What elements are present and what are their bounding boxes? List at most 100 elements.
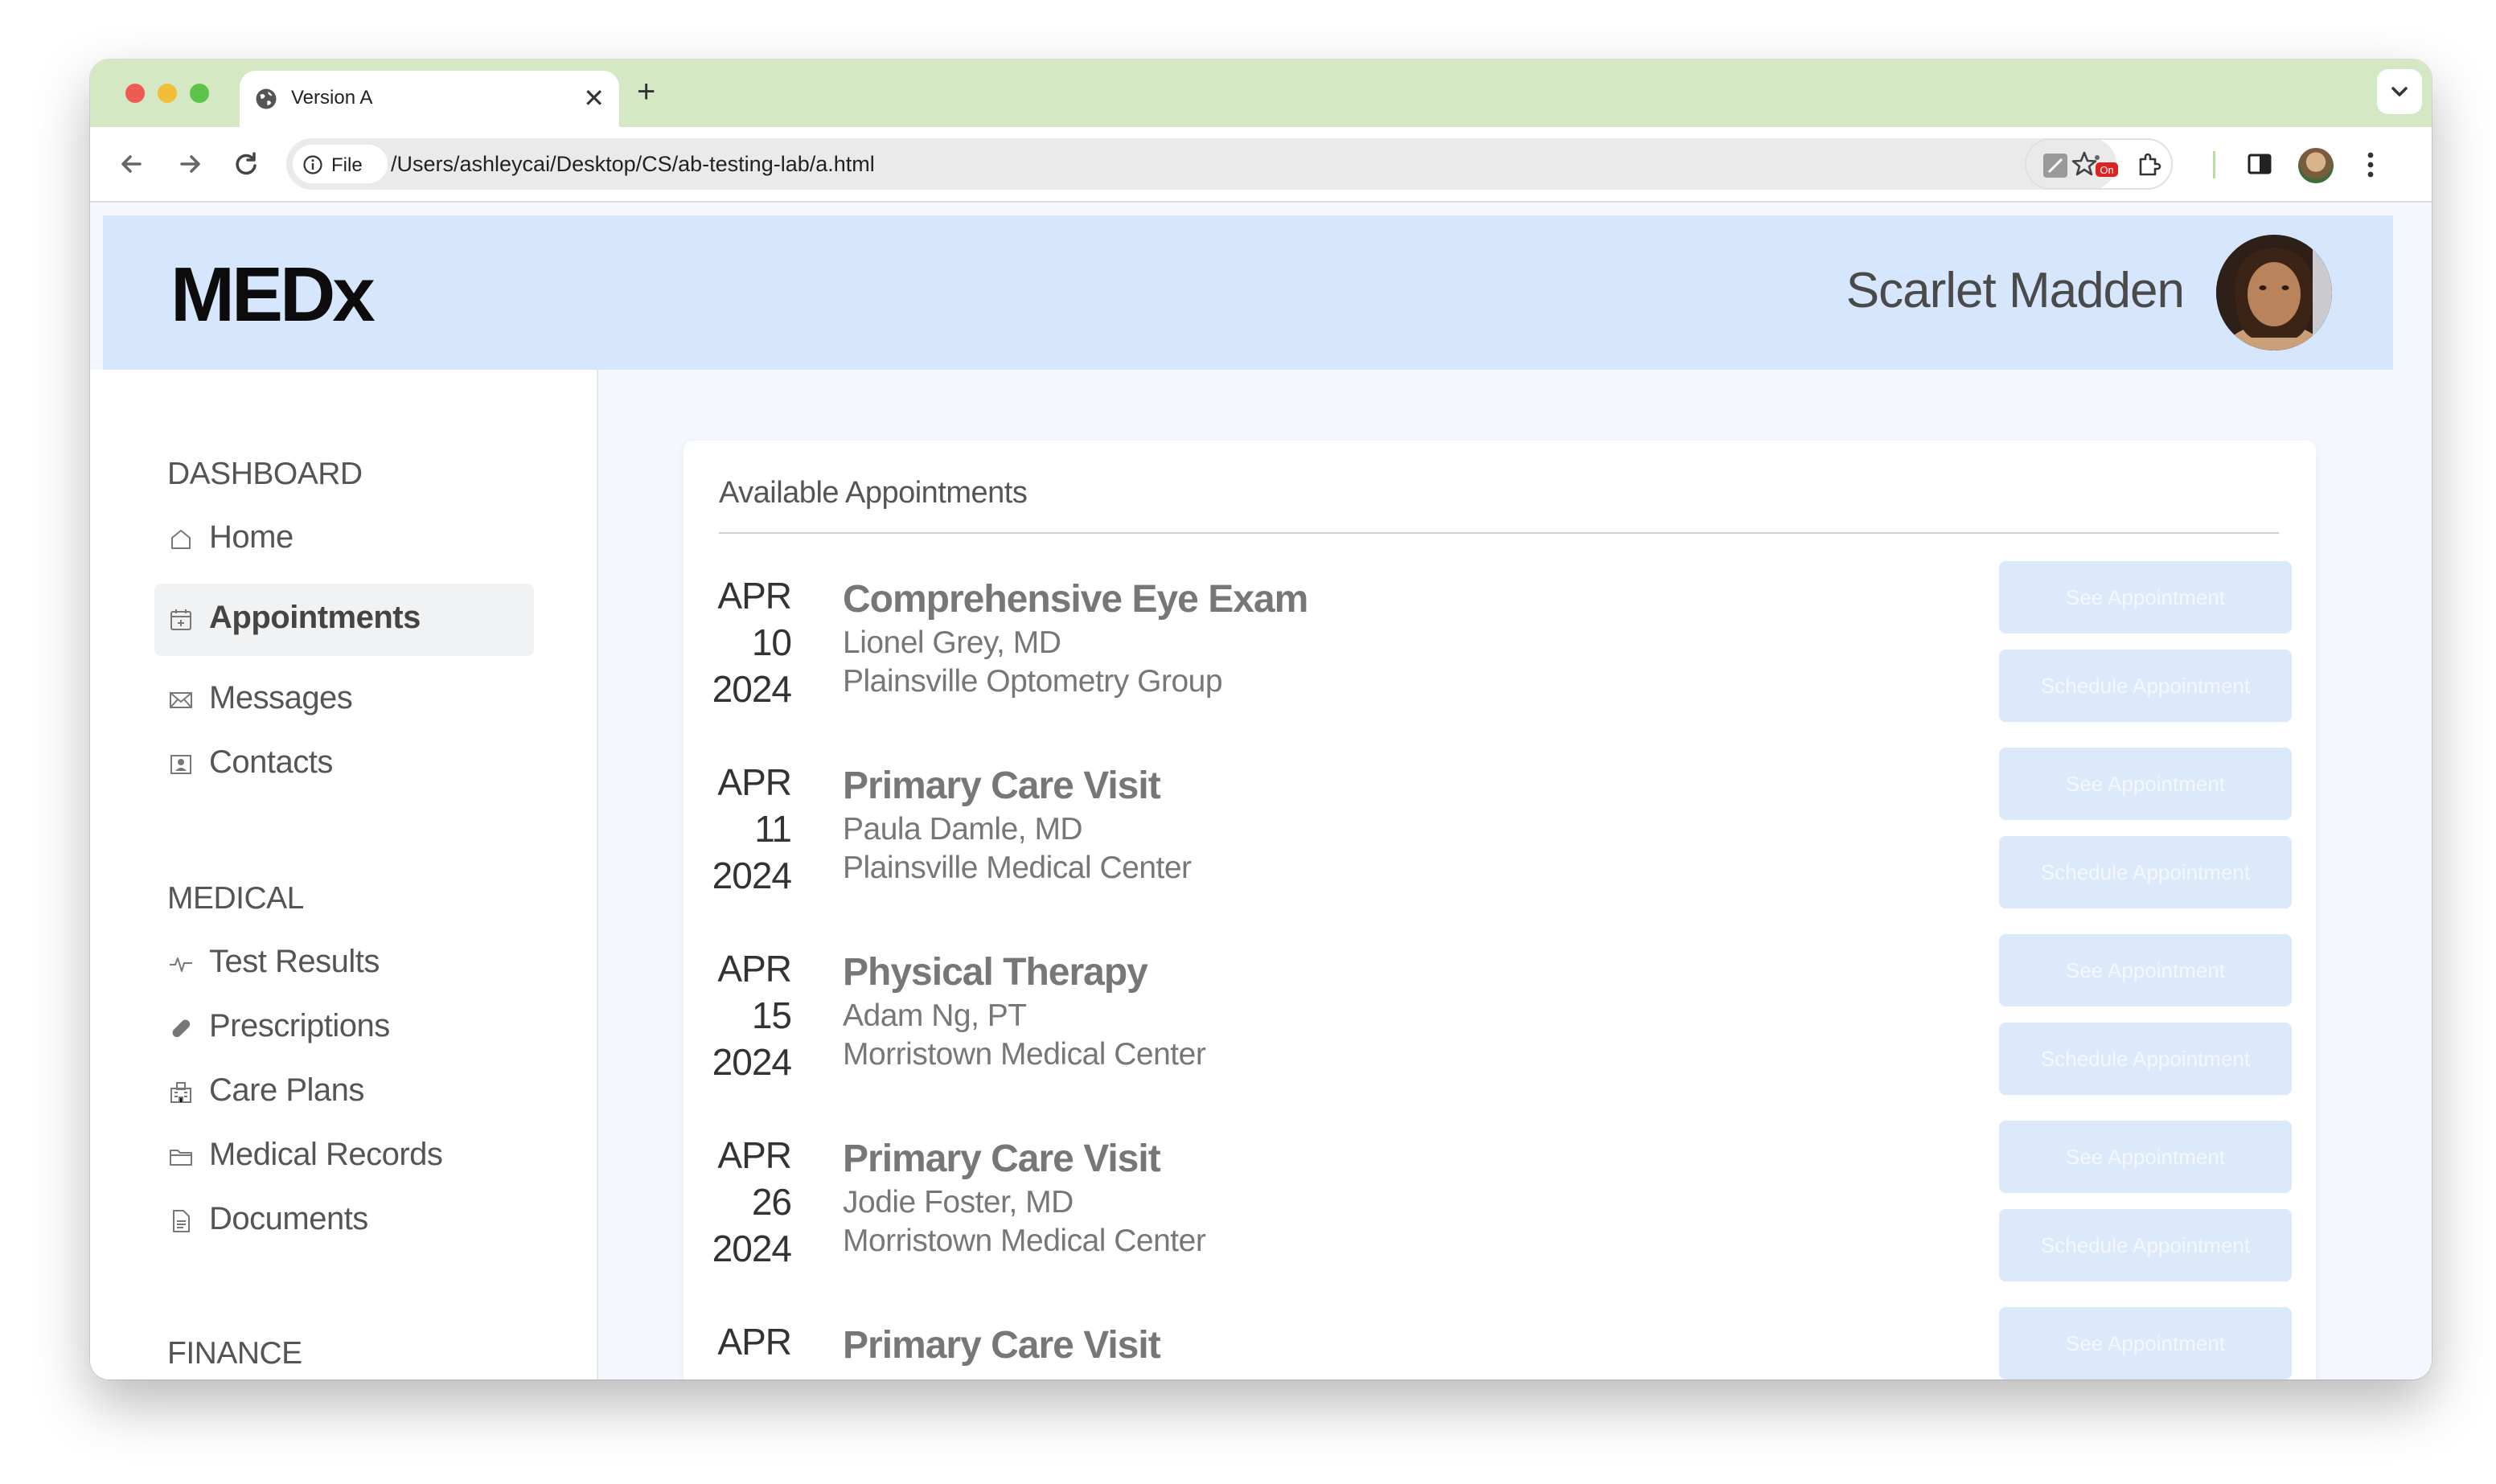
appointment-month: APR (717, 948, 792, 990)
appointment-day: 26 (751, 1181, 792, 1223)
new-tab-button[interactable]: + (637, 74, 655, 109)
appointment-title: Primary Care Visit (843, 1138, 1161, 1180)
see-appointment-button[interactable]: See Appointment (1999, 1121, 2292, 1193)
browser-tab[interactable]: Version A ✕ (240, 71, 619, 127)
appointment-date: APR 26 2024 (703, 1132, 792, 1272)
sidebar-item-medical-records[interactable]: Medical Records (154, 1121, 534, 1193)
file-label: File (331, 154, 363, 176)
appointment-title: Primary Care Visit (843, 1324, 1161, 1367)
schedule-appointment-button[interactable]: Schedule Appointment (1999, 1209, 2292, 1281)
sidebar-item-label: Medical Records (209, 1137, 443, 1172)
appointment-date: APR 10 2024 (703, 572, 792, 712)
schedule-appointment-button[interactable]: Schedule Appointment (1999, 650, 2292, 722)
appointments-card: Available Appointments APR 10 2024 Compr… (684, 441, 2316, 1379)
appointment-location: Plainsville Optometry Group (843, 664, 1223, 699)
appointment-row: APR 10 2024 Comprehensive Eye Exam Lione… (684, 561, 2316, 748)
pulse-icon (170, 957, 192, 972)
contact-card-icon (170, 755, 191, 774)
sidebar-item-label: Contacts (209, 744, 333, 780)
extension-recorder-icon[interactable]: On (2089, 151, 2118, 180)
appointment-doctor: Lionel Grey, MD (843, 625, 1061, 660)
appointment-day: 15 (751, 994, 792, 1036)
section-title-medical: MEDICAL (167, 881, 304, 916)
user-photo (2216, 235, 2332, 351)
site-info-chip[interactable]: File (293, 145, 388, 183)
appointment-date: APR 15 2024 (703, 945, 792, 1085)
url-text[interactable]: /Users/ashleycai/Desktop/CS/ab-testing-l… (391, 152, 875, 177)
maximize-window-button[interactable] (190, 84, 209, 103)
sidebar-item-label: Documents (209, 1201, 368, 1236)
appointment-doctor: Jodie Foster, MD (843, 1185, 1074, 1220)
browser-window: Version A ✕ + File /Users/ashleycai/Desk… (90, 59, 2432, 1379)
appointment-location: Plainsville Medical Center (843, 851, 1192, 885)
forward-arrow-icon[interactable] (170, 145, 209, 183)
sidebar-item-contacts[interactable]: Contacts (154, 728, 534, 801)
minimize-window-button[interactable] (158, 84, 177, 103)
pill-icon (172, 1019, 191, 1038)
app-logo[interactable]: MEDx (170, 251, 376, 339)
see-appointment-button[interactable]: See Appointment (1999, 934, 2292, 1006)
address-bar[interactable]: File /Users/ashleycai/Desktop/CS/ab-test… (286, 138, 2116, 190)
appointment-doctor: Paula Damle, MD (843, 812, 1083, 847)
appointment-location: Morristown Medical Center (843, 1037, 1206, 1072)
appointment-month: APR (717, 1134, 792, 1176)
home-icon (171, 530, 191, 549)
sidebar-item-documents[interactable]: Documents (154, 1185, 534, 1257)
folder-icon (170, 1150, 192, 1166)
chevron-down-icon (2391, 87, 2408, 96)
appointment-year: 2024 (712, 668, 792, 710)
appointment-row: APR Primary Care Visit See Appointment S… (684, 1307, 2316, 1379)
sidebar-item-care-plans[interactable]: Care Plans (154, 1056, 534, 1129)
side-panel-icon[interactable] (2244, 148, 2276, 180)
info-icon (303, 155, 322, 174)
sidebar-item-label: Messages (209, 680, 353, 715)
close-tab-icon[interactable]: ✕ (583, 82, 605, 114)
appointment-doctor: Adam Ng, PT (843, 998, 1027, 1033)
schedule-appointment-button[interactable]: Schedule Appointment (1999, 1023, 2292, 1095)
appointment-year: 2024 (712, 1041, 792, 1083)
document-icon (173, 1210, 190, 1232)
sidebar-item-label: Care Plans (209, 1072, 364, 1108)
extension-note-icon[interactable] (2041, 151, 2070, 180)
sidebar-item-home[interactable]: Home (154, 503, 534, 576)
toolbar-separator (2213, 151, 2215, 178)
more-options-icon[interactable] (2354, 145, 2387, 185)
appointment-year: 2024 (712, 855, 792, 896)
page-viewport: MEDx Scarlet Madden DASHBOARD Home Appoi… (90, 203, 2432, 1379)
appointment-title: Physical Therapy (843, 951, 1148, 994)
mail-icon (170, 692, 192, 708)
appointment-month: APR (717, 761, 792, 803)
appointment-day: 11 (754, 808, 792, 850)
appointment-day: 10 (751, 621, 792, 663)
appointment-title: Comprehensive Eye Exam (843, 578, 1308, 621)
card-title: Available Appointments (719, 476, 1028, 510)
tab-title: Version A (291, 87, 373, 109)
tab-strip: Version A ✕ + (90, 59, 2432, 127)
profile-avatar[interactable] (2298, 148, 2334, 183)
tab-search-button[interactable] (2377, 69, 2422, 114)
schedule-appointment-button[interactable]: Schedule Appointment (1999, 836, 2292, 908)
back-arrow-icon[interactable] (113, 145, 151, 183)
appointment-row: APR 26 2024 Primary Care Visit Jodie Fos… (684, 1121, 2316, 1307)
appointment-location: Morristown Medical Center (843, 1224, 1206, 1258)
section-title-dashboard: DASHBOARD (167, 457, 363, 491)
close-window-button[interactable] (125, 84, 145, 103)
reload-icon[interactable] (227, 145, 265, 183)
see-appointment-button[interactable]: See Appointment (1999, 1307, 2292, 1379)
extensions-group: On (2025, 138, 2173, 190)
user-avatar[interactable] (2216, 235, 2332, 351)
sidebar-item-test-results[interactable]: Test Results (154, 928, 534, 1000)
appointment-date: APR 11 2024 (703, 759, 792, 899)
card-divider (719, 532, 2279, 534)
sidebar-item-prescriptions[interactable]: Prescriptions (154, 992, 534, 1064)
puzzle-piece-icon[interactable] (2134, 151, 2163, 180)
appointment-year: 2024 (712, 1228, 792, 1269)
appointment-date: APR (703, 1318, 792, 1365)
sidebar: DASHBOARD Home Appointments Messages Con… (90, 370, 598, 1379)
see-appointment-button[interactable]: See Appointment (1999, 561, 2292, 633)
sidebar-item-label: Home (209, 519, 294, 555)
sidebar-item-appointments[interactable]: Appointments (154, 584, 534, 656)
hospital-icon (170, 1082, 191, 1103)
sidebar-item-messages[interactable]: Messages (154, 664, 534, 736)
see-appointment-button[interactable]: See Appointment (1999, 748, 2292, 820)
